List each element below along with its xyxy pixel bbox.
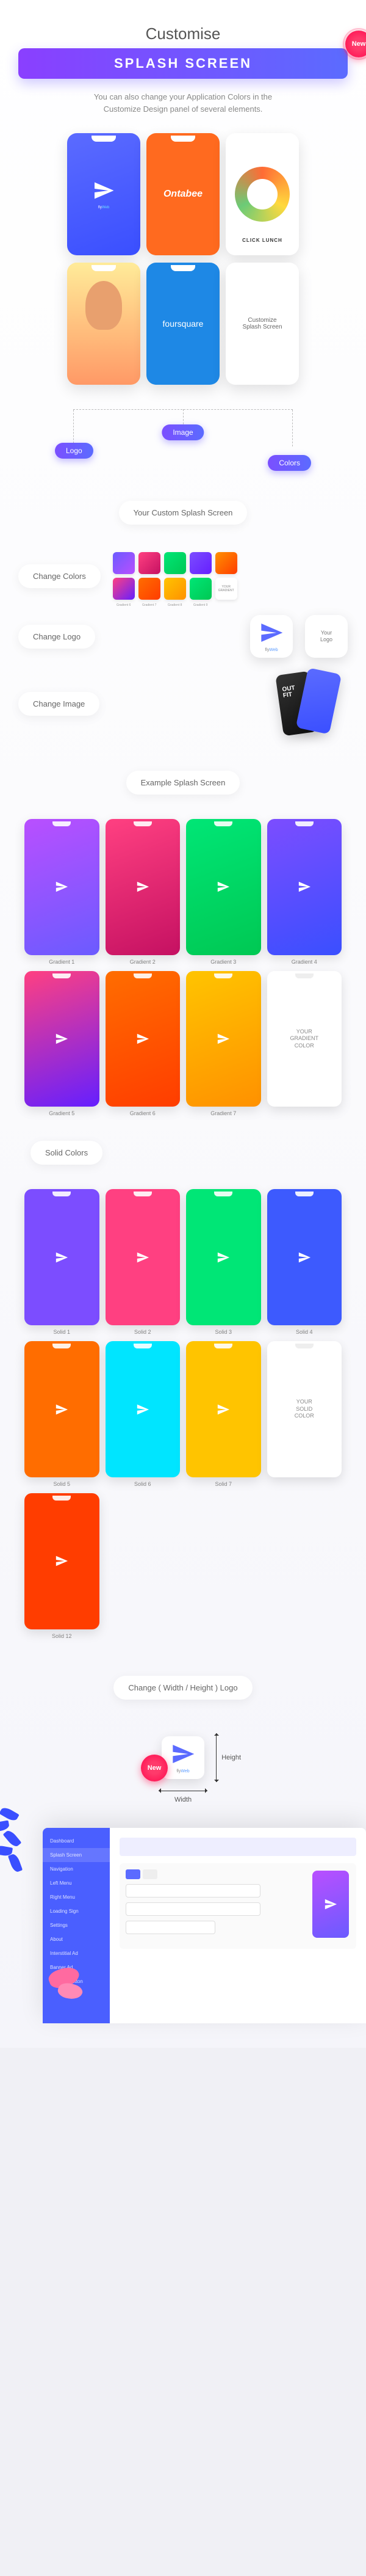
- dashboard-preview: Dashboard Splash Screen Navigation Left …: [43, 1828, 366, 2023]
- swatch-your-gradient[interactable]: YOUR GRADIENT: [215, 578, 237, 600]
- new-badge-2: New: [141, 1755, 168, 1781]
- section-example: Example Splash Screen: [126, 771, 240, 795]
- height-arrow-icon: [216, 1733, 217, 1782]
- example-gradient-4: [267, 819, 342, 955]
- decorative-leaves: [0, 1803, 37, 1877]
- sidebar-item[interactable]: Right Menu: [43, 1890, 110, 1904]
- height-label: Height: [221, 1754, 241, 1761]
- sidebar-item[interactable]: Dashboard: [43, 1834, 110, 1848]
- ontabee-label: Ontabee: [163, 189, 203, 200]
- new-badge: New: [345, 31, 366, 57]
- feature-tree: Logo Image Colors: [18, 409, 348, 470]
- example-solid-6: [106, 1341, 181, 1477]
- dashboard-card: [120, 1863, 356, 1949]
- outfit-text: OUT FIT: [282, 685, 296, 699]
- section-dimensions: Change ( Width / Height ) Logo: [113, 1676, 252, 1700]
- example-solid-5: [24, 1341, 99, 1477]
- swatch-gradient-7[interactable]: Gradient 7: [138, 578, 160, 600]
- swatch-grid: Gradient 1 Gradient 2 Gradient 3 Gradien…: [113, 552, 237, 600]
- swatch-gradient-9[interactable]: Gradient 9: [190, 578, 212, 600]
- swatch-gradient-8[interactable]: Gradient 8: [164, 578, 186, 600]
- sidebar-item[interactable]: Settings: [43, 1918, 110, 1932]
- row-change-image: Change Image OUT FIT: [18, 673, 348, 734]
- phone-ontabee: Ontabee: [146, 133, 220, 255]
- subtitle: You can also change your Application Col…: [92, 91, 274, 115]
- banner-text: SPLASH SCREEN: [26, 56, 340, 71]
- dimension-section: Change ( Width / Height ) Logo flyWeb Wi…: [18, 1664, 348, 1791]
- dashboard-main: [110, 1828, 366, 2023]
- sidebar-item[interactable]: Loading Sign: [43, 1904, 110, 1918]
- sidebar-item[interactable]: About: [43, 1932, 110, 1946]
- example-solid-3: [186, 1189, 261, 1325]
- foursquare-label: foursquare: [163, 319, 204, 329]
- phone-row-1: flyWeb Ontabee CLICK LUNCH: [18, 133, 348, 255]
- swatch-gradient-4[interactable]: Gradient 4: [190, 552, 212, 574]
- logo-preview-flyweb: flyWeb: [250, 615, 293, 658]
- example-solid-7: [186, 1341, 261, 1477]
- example-gradient-2: [106, 819, 181, 955]
- label-change-image: Change Image: [18, 692, 99, 716]
- example-your-gradient: YOUR GRADIENT COLOR: [267, 971, 342, 1107]
- option-badge[interactable]: [126, 1869, 140, 1879]
- swatch-gradient-2[interactable]: Gradient 2: [138, 552, 160, 574]
- section-your-custom: Your Custom Splash Screen: [119, 501, 248, 525]
- phone-flyweb: flyWeb: [67, 133, 140, 255]
- width-label: Width: [174, 1796, 192, 1803]
- banner-splash-screen: SPLASH SCREEN: [18, 48, 348, 79]
- fashion-image: [67, 263, 140, 385]
- sidebar-item[interactable]: Navigation: [43, 1862, 110, 1876]
- example-solid-1: [24, 1189, 99, 1325]
- dashboard-input[interactable]: [126, 1884, 260, 1897]
- example-gradient-1: [24, 819, 99, 955]
- phone-foursquare: foursquare: [146, 263, 220, 385]
- phone-fashion: [67, 263, 140, 385]
- dimension-logo-preview: flyWeb Width Height: [162, 1736, 204, 1779]
- solid-examples-grid: Solid 1 Solid 2 Solid 3 Solid 4 Solid 5 …: [24, 1189, 342, 1486]
- phone-row-2: foursquare Customize Splash Screen: [18, 263, 348, 385]
- dashboard-input[interactable]: [126, 1921, 215, 1934]
- example-gradient-6: [106, 971, 181, 1107]
- paper-plane-icon: [259, 620, 284, 645]
- sidebar-item[interactable]: Left Menu: [43, 1876, 110, 1890]
- phone-customize-placeholder: Customize Splash Screen: [226, 263, 299, 385]
- example-solid-2: [106, 1189, 181, 1325]
- example-your-solid: YOUR SOLID COLOR: [267, 1341, 342, 1477]
- row-change-colors: Change Colors Gradient 1 Gradient 2 Grad…: [18, 552, 348, 600]
- decorative-paint: [43, 1956, 98, 2011]
- pill-logo: Logo: [55, 443, 93, 459]
- example-gradient-5: [24, 971, 99, 1107]
- paper-plane-icon: [93, 180, 115, 202]
- label-change-colors: Change Colors: [18, 564, 101, 588]
- paper-plane-icon: [171, 1742, 195, 1766]
- option-badge[interactable]: [143, 1869, 157, 1879]
- clicklunch-label: CLICK LUNCH: [242, 238, 282, 243]
- row-change-logo: Change Logo flyWeb Your Logo: [18, 615, 348, 658]
- food-plate-icon: [235, 167, 290, 222]
- swatch-gradient-6[interactable]: Gradient 6: [113, 578, 135, 600]
- example-solid-4: [267, 1189, 342, 1325]
- customize-placeholder-text: Customize Splash Screen: [242, 317, 282, 330]
- dashboard-input[interactable]: [126, 1902, 260, 1916]
- section-solid: Solid Colors: [30, 1141, 102, 1165]
- title-customise: Customise: [18, 24, 348, 43]
- swatch-gradient-5[interactable]: Gradient 5: [215, 552, 237, 574]
- swatch-gradient-3[interactable]: Gradient 3: [164, 552, 186, 574]
- label-change-logo: Change Logo: [18, 625, 95, 649]
- sidebar-item[interactable]: Splash Screen: [43, 1848, 110, 1862]
- gradient-examples-grid: Gradient 1 Gradient 2 Gradient 3 Gradien…: [24, 819, 342, 1116]
- pill-colors: Colors: [268, 455, 311, 471]
- phone-clicklunch: CLICK LUNCH: [226, 133, 299, 255]
- dashboard-phone-preview: [312, 1871, 349, 1938]
- logo-placeholder-your: Your Logo: [305, 615, 348, 658]
- swatch-gradient-1[interactable]: Gradient 1: [113, 552, 135, 574]
- paper-plane-icon: [55, 880, 68, 893]
- flyweb-label: flyWeb: [93, 206, 115, 209]
- dashboard-header: [120, 1838, 356, 1856]
- example-solid-12: [24, 1493, 99, 1629]
- example-gradient-7: [186, 971, 261, 1107]
- pill-image: Image: [162, 424, 204, 440]
- example-gradient-3: [186, 819, 261, 955]
